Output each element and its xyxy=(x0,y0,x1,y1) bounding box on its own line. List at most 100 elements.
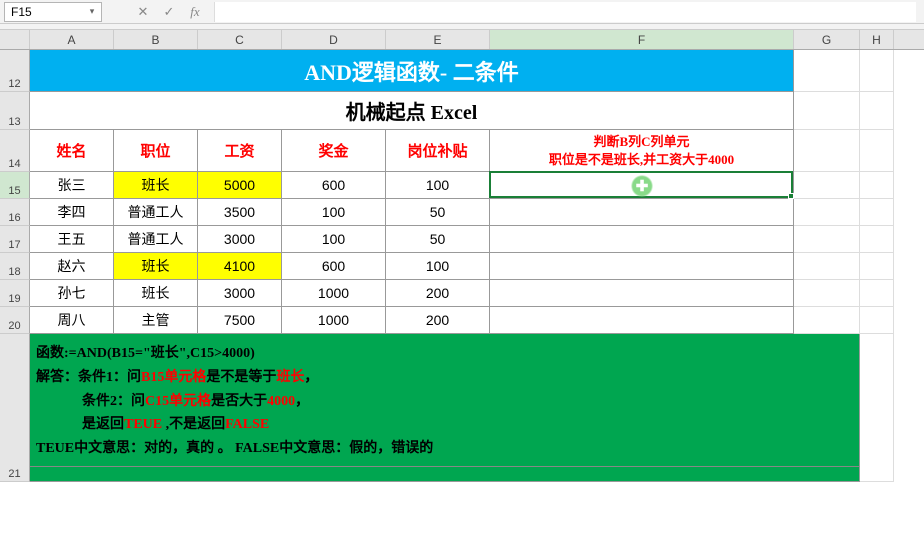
formula-bar-buttons: ✕ ✓ fx xyxy=(132,2,206,22)
cell-H13[interactable] xyxy=(860,92,894,130)
header-position: 职位 xyxy=(114,130,198,172)
row-header-16[interactable]: 16 xyxy=(0,199,30,226)
explain-line2: 解答：条件1：问B15单元格是不是等于班长， xyxy=(36,366,853,390)
col-header-B[interactable]: B xyxy=(114,30,198,49)
row-header-15[interactable]: 15 xyxy=(0,172,30,199)
name-box[interactable]: F15 ▾ xyxy=(4,2,102,22)
cell-A15[interactable]: 张三 xyxy=(30,172,114,199)
row-header-20[interactable]: 20 xyxy=(0,307,30,334)
header-salary: 工资 xyxy=(198,130,282,172)
cell-B15[interactable]: 班长 xyxy=(114,172,198,199)
cell-G12[interactable] xyxy=(794,50,860,92)
cell-D16[interactable]: 100 xyxy=(282,199,386,226)
cell-A17[interactable]: 王五 xyxy=(30,226,114,253)
cell-G15[interactable] xyxy=(794,172,860,199)
cell-E15[interactable]: 100 xyxy=(386,172,490,199)
cell-A16[interactable]: 李四 xyxy=(30,199,114,226)
header-bonus: 奖金 xyxy=(282,130,386,172)
cell-H20[interactable] xyxy=(860,307,894,334)
explain-line3: 条件2：问C15单元格是否大于4000， xyxy=(36,390,853,414)
name-box-dropdown-icon[interactable]: ▾ xyxy=(85,5,99,19)
cell-B19[interactable]: 班长 xyxy=(114,280,198,307)
row-header-17[interactable]: 17 xyxy=(0,226,30,253)
explanation-divider xyxy=(30,466,859,467)
cell-G19[interactable] xyxy=(794,280,860,307)
col-header-H[interactable]: H xyxy=(860,30,894,49)
cell-H15[interactable] xyxy=(860,172,894,199)
cell-E19[interactable]: 200 xyxy=(386,280,490,307)
cell-H14[interactable] xyxy=(860,130,894,172)
cell-B17[interactable]: 普通工人 xyxy=(114,226,198,253)
cell-H19[interactable] xyxy=(860,280,894,307)
col-header-A[interactable]: A xyxy=(30,30,114,49)
cell-F18[interactable] xyxy=(490,253,794,280)
cell-H18[interactable] xyxy=(860,253,894,280)
row-header-19[interactable]: 19 xyxy=(0,280,30,307)
cell-F20[interactable] xyxy=(490,307,794,334)
explain-line4: 是返回TEUE ,不是返回FALSE xyxy=(36,413,853,437)
fx-icon[interactable]: fx xyxy=(184,2,206,22)
cell-H21[interactable] xyxy=(860,334,894,482)
cell-D20[interactable]: 1000 xyxy=(282,307,386,334)
cell-C17[interactable]: 3000 xyxy=(198,226,282,253)
explain-line5: TEUE中文意思：对的，真的 。 FALSE中文意思：假的，错误的 xyxy=(36,437,853,461)
row-header-14[interactable]: 14 xyxy=(0,130,30,172)
cell-C20[interactable]: 7500 xyxy=(198,307,282,334)
cell-D17[interactable]: 100 xyxy=(282,226,386,253)
cell-A20[interactable]: 周八 xyxy=(30,307,114,334)
cell-B18[interactable]: 班长 xyxy=(114,253,198,280)
formula-confirm-button[interactable]: ✓ xyxy=(158,2,180,22)
cell-G16[interactable] xyxy=(794,199,860,226)
cell-G13[interactable] xyxy=(794,92,860,130)
cell-A19[interactable]: 孙七 xyxy=(30,280,114,307)
explain-line1: 函数:=AND(B15="班长",C15>4000) xyxy=(36,342,853,366)
formula-input[interactable] xyxy=(214,2,916,22)
cell-F16[interactable] xyxy=(490,199,794,226)
cell-A18[interactable]: 赵六 xyxy=(30,253,114,280)
cell-C16[interactable]: 3500 xyxy=(198,199,282,226)
name-box-value: F15 xyxy=(11,5,32,19)
cell-E18[interactable]: 100 xyxy=(386,253,490,280)
select-all-corner[interactable] xyxy=(0,30,30,49)
cell-G14[interactable] xyxy=(794,130,860,172)
cell-F17[interactable] xyxy=(490,226,794,253)
row-header-12[interactable]: 12 xyxy=(0,50,30,92)
cell-H16[interactable] xyxy=(860,199,894,226)
col-header-E[interactable]: E xyxy=(386,30,490,49)
cell-E17[interactable]: 50 xyxy=(386,226,490,253)
title-banner: AND逻辑函数- 二条件 xyxy=(30,50,794,92)
cell-C19[interactable]: 3000 xyxy=(198,280,282,307)
col-header-C[interactable]: C xyxy=(198,30,282,49)
col-header-F[interactable]: F xyxy=(490,30,794,49)
cell-E20[interactable]: 200 xyxy=(386,307,490,334)
col-header-D[interactable]: D xyxy=(282,30,386,49)
spreadsheet-grid[interactable]: 12 AND逻辑函数- 二条件 13 机械起点 Excel 14 姓名 职位 工… xyxy=(0,50,924,482)
cell-H17[interactable] xyxy=(860,226,894,253)
cell-G20[interactable] xyxy=(794,307,860,334)
formula-bar-row: F15 ▾ ✕ ✓ fx xyxy=(0,0,924,24)
cell-B20[interactable]: 主管 xyxy=(114,307,198,334)
cell-G18[interactable] xyxy=(794,253,860,280)
header-judge: 判断B列C列单元 职位是不是班长,并工资大于4000 xyxy=(490,130,794,172)
cell-C18[interactable]: 4100 xyxy=(198,253,282,280)
cell-D19[interactable]: 1000 xyxy=(282,280,386,307)
row-header-21[interactable]: 21 xyxy=(0,334,30,482)
explanation-block: 函数:=AND(B15="班长",C15>4000) 解答：条件1：问B15单元… xyxy=(30,334,860,482)
row-header-18[interactable]: 18 xyxy=(0,253,30,280)
cell-F19[interactable] xyxy=(490,280,794,307)
cell-G17[interactable] xyxy=(794,226,860,253)
col-header-G[interactable]: G xyxy=(794,30,860,49)
row-header-13[interactable]: 13 xyxy=(0,92,30,130)
header-judge-line2: 职位是不是班长,并工资大于4000 xyxy=(549,151,734,169)
cursor-plus-icon: ✚ xyxy=(631,175,653,197)
cell-B16[interactable]: 普通工人 xyxy=(114,199,198,226)
header-name: 姓名 xyxy=(30,130,114,172)
cell-C15[interactable]: 5000 xyxy=(198,172,282,199)
header-allowance: 岗位补贴 xyxy=(386,130,490,172)
column-headers: A B C D E F G H xyxy=(0,30,924,50)
cell-E16[interactable]: 50 xyxy=(386,199,490,226)
cell-H12[interactable] xyxy=(860,50,894,92)
cell-D18[interactable]: 600 xyxy=(282,253,386,280)
cell-D15[interactable]: 600 xyxy=(282,172,386,199)
formula-cancel-button[interactable]: ✕ xyxy=(132,2,154,22)
